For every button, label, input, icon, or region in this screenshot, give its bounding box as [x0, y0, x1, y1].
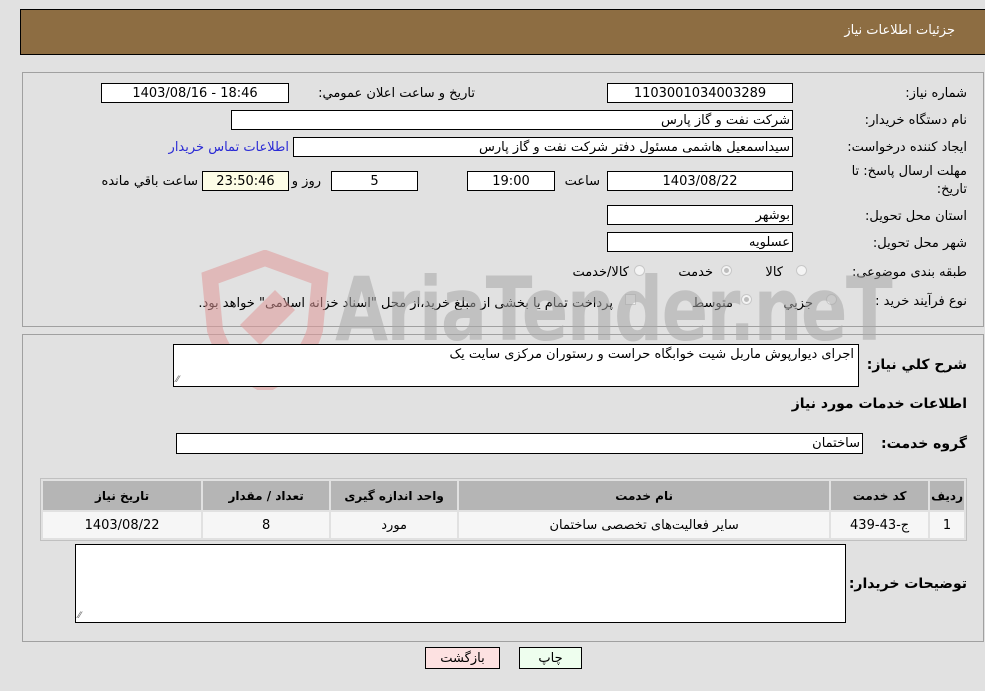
description-label: شرح کلي نیاز:	[866, 357, 967, 373]
buyer-notes-textarea[interactable]: ⁄⁄	[75, 544, 846, 623]
category-option-service: خدمت	[678, 265, 713, 280]
service-group-label: گروه خدمت:	[881, 436, 967, 452]
col-header-unit: واحد اندازه گیری	[331, 481, 458, 510]
province-field: بوشهر	[607, 205, 793, 225]
buyer-contact-link[interactable]: اطلاعات تماس خریدار	[169, 140, 289, 155]
purchase-option-medium: متوسط	[692, 296, 733, 311]
category-option-goods-service: کالا/خدمت	[572, 265, 629, 280]
table-row: 1 ج-43-439 سایر فعالیت‌های تخصصی ساختمان…	[43, 512, 964, 538]
category-option-goods: کالا	[765, 265, 783, 280]
col-header-quantity: تعداد / مقدار	[203, 481, 330, 510]
services-table: ردیف کد خدمت نام خدمت واحد اندازه گیری ت…	[40, 478, 967, 541]
announce-datetime-label: تاریخ و ساعت اعلان عمومي:	[318, 86, 475, 101]
deadline-label-line1: مهلت ارسال پاسخ: تا	[851, 164, 967, 179]
requester-label: ایجاد کننده درخواست:	[847, 140, 967, 155]
col-header-need-date: تاریخ نیاز	[43, 481, 202, 510]
col-header-service-name: نام خدمت	[459, 481, 830, 510]
cell-quantity: 8	[203, 512, 330, 538]
deadline-date-field: 1403/08/22	[607, 171, 793, 191]
buyer-org-label: نام دستگاه خریدار:	[864, 113, 967, 128]
deadline-label-line2: تاریخ:	[936, 182, 967, 197]
description-text: اجرای دیوارپوش ماربل شیت خوابگاه حراست و…	[449, 347, 855, 362]
buyer-notes-label: توضیحات خریدار:	[848, 576, 967, 592]
city-field: عسلویه	[607, 232, 793, 252]
cell-unit: مورد	[331, 512, 458, 538]
treasury-note: پرداخت تمام یا بخشی از مبلغ خرید،از محل …	[198, 296, 613, 311]
need-number-label: شماره نیاز:	[905, 86, 967, 101]
cell-row-number: 1	[930, 512, 964, 538]
remaining-time-label: ساعت باقي مانده	[101, 174, 198, 189]
buyer-org-field: شرکت نفت و گاز پارس	[231, 110, 793, 130]
purchase-radio-medium[interactable]	[741, 294, 752, 305]
print-button[interactable]: چاپ	[519, 647, 582, 669]
category-label: طبقه بندی موضوعی:	[851, 265, 967, 280]
description-textarea[interactable]: اجرای دیوارپوش ماربل شیت خوابگاه حراست و…	[173, 344, 859, 387]
page-title: جزئیات اطلاعات نیاز	[844, 23, 955, 38]
requester-field: سیداسمعیل هاشمی مسئول دفتر شرکت نفت و گا…	[293, 137, 793, 157]
service-group-field: ساختمان	[176, 433, 863, 454]
deadline-time-field: 19:00	[467, 171, 555, 191]
city-label: شهر محل تحویل:	[872, 236, 967, 251]
cell-service-code: ج-43-439	[831, 512, 929, 538]
cell-service-name: سایر فعالیت‌های تخصصی ساختمان	[459, 512, 830, 538]
category-radio-goods-service[interactable]	[634, 265, 645, 276]
back-button[interactable]: بازگشت	[425, 647, 500, 669]
announce-datetime-field: 1403/08/16 - 18:46	[101, 83, 289, 103]
need-number-field: 1103001034003289	[607, 83, 793, 103]
deadline-time-label: ساعت	[564, 174, 600, 189]
purchase-radio-minor[interactable]	[826, 294, 837, 305]
category-radio-goods[interactable]	[796, 265, 807, 276]
page-header: جزئیات اطلاعات نیاز	[20, 9, 985, 55]
remaining-days-field: 5	[331, 171, 418, 191]
resize-grip-icon[interactable]: ⁄⁄	[176, 376, 179, 385]
cell-need-date: 1403/08/22	[43, 512, 202, 538]
treasury-checkbox[interactable]	[625, 294, 636, 305]
category-radio-service[interactable]	[721, 265, 732, 276]
table-header-row: ردیف کد خدمت نام خدمت واحد اندازه گیری ت…	[43, 481, 964, 510]
col-header-service-code: کد خدمت	[831, 481, 929, 510]
services-heading: اطلاعات خدمات مورد نیاز	[791, 396, 967, 412]
resize-grip-icon[interactable]: ⁄⁄	[78, 612, 81, 621]
remaining-time-field: 23:50:46	[202, 171, 289, 191]
purchase-option-minor: جزیي	[783, 296, 813, 311]
province-label: استان محل تحویل:	[865, 209, 967, 224]
days-label: روز و	[291, 174, 321, 189]
col-header-row-number: ردیف	[930, 481, 964, 510]
purchase-type-label: نوع فرآیند خرید :	[875, 294, 967, 309]
